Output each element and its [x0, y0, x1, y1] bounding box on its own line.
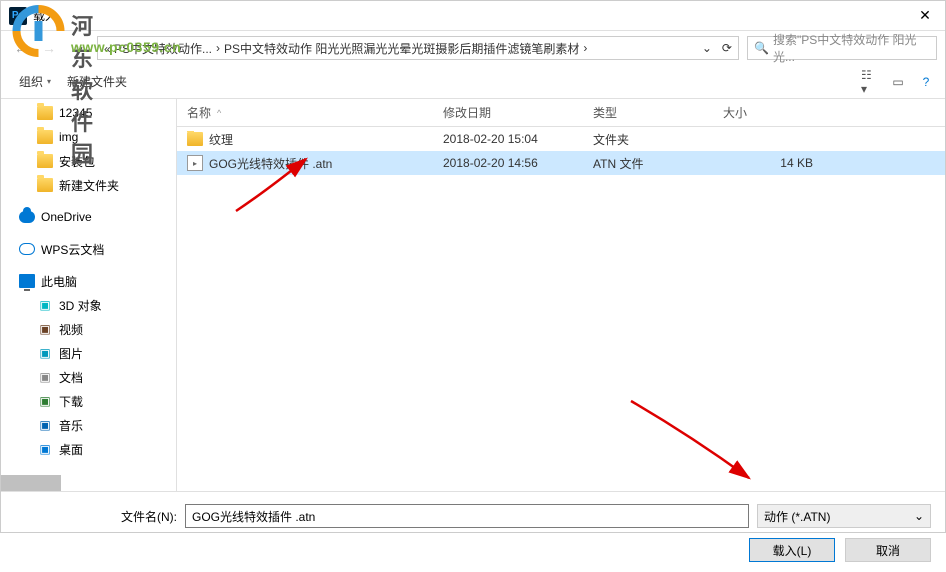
column-size[interactable]: 大小 — [713, 99, 833, 126]
sidebar-pc-item[interactable]: ▣视频 — [1, 317, 176, 341]
folder-icon — [37, 178, 53, 192]
device-icon: ▣ — [37, 298, 53, 312]
sidebar-thispc[interactable]: 此电脑 — [1, 269, 176, 293]
window-title: 载入 — [33, 7, 905, 24]
folder-icon — [37, 130, 53, 144]
forward-button[interactable]: → — [37, 36, 61, 60]
ps-icon: Ps — [9, 7, 27, 25]
chevron-right-icon: › — [583, 41, 587, 55]
organize-button[interactable]: 组织 — [11, 69, 59, 94]
filetype-select[interactable]: 动作 (*.ATN)⌄ — [757, 504, 931, 528]
footer: 文件名(N): 动作 (*.ATN)⌄ 载入(L) 取消 — [1, 491, 945, 572]
help-button[interactable]: ? — [917, 73, 935, 91]
sidebar-wps[interactable]: WPS云文档 — [1, 237, 176, 261]
toolbar: 组织 新建文件夹 ☷ ▾ ▭ ? — [1, 65, 945, 99]
search-input[interactable]: 🔍 搜索"PS中文特效动作 阳光光... — [747, 36, 937, 60]
navbar: ← → ↑ « PS中文特效动作... › PS中文特效动作 阳光光照漏光光晕光… — [1, 31, 945, 65]
sidebar-pc-item[interactable]: ▣文档 — [1, 365, 176, 389]
breadcrumb[interactable]: « PS中文特效动作... › PS中文特效动作 阳光光照漏光光晕光斑摄影后期插… — [97, 36, 739, 60]
filename-label: 文件名(N): — [15, 508, 177, 525]
titlebar: Ps 载入 ✕ — [1, 1, 945, 31]
sidebar-folder[interactable]: 新建文件夹 — [1, 173, 176, 197]
column-type[interactable]: 类型 — [583, 99, 713, 126]
device-icon: ▣ — [37, 370, 53, 384]
wps-icon — [19, 243, 35, 255]
device-icon: ▣ — [37, 322, 53, 336]
device-icon: ▣ — [37, 346, 53, 360]
pc-icon — [19, 274, 35, 288]
sidebar-pc-item[interactable]: ▣下载 — [1, 389, 176, 413]
up-button[interactable]: ↑ — [65, 36, 89, 60]
sidebar-pc-item[interactable]: ▣音乐 — [1, 413, 176, 437]
folder-icon — [187, 132, 203, 146]
filename-input[interactable] — [185, 504, 749, 528]
breadcrumb-dropdown[interactable]: ⌄ ⟳ — [702, 41, 732, 55]
device-icon: ▣ — [37, 418, 53, 432]
load-button[interactable]: 载入(L) — [749, 538, 835, 562]
sidebar-folder[interactable]: 12345 — [1, 101, 176, 125]
folder-icon — [37, 106, 53, 120]
breadcrumb-seg1[interactable]: « PS中文特效动作... — [104, 40, 212, 57]
device-icon: ▣ — [37, 442, 53, 456]
chevron-right-icon: › — [216, 41, 220, 55]
onedrive-icon — [19, 211, 35, 223]
sidebar-onedrive[interactable]: OneDrive — [1, 205, 176, 229]
atn-file-icon: ▸ — [187, 155, 203, 171]
new-folder-button[interactable]: 新建文件夹 — [59, 69, 135, 94]
file-row[interactable]: ▸GOG光线特效插件 .atn 2018-02-20 14:56 ATN 文件 … — [177, 151, 945, 175]
sidebar-folder[interactable]: img — [1, 125, 176, 149]
chevron-down-icon: ⌄ — [914, 509, 924, 523]
close-button[interactable]: ✕ — [905, 1, 945, 31]
folder-icon — [37, 154, 53, 168]
sidebar-pc-item[interactable]: ▣图片 — [1, 341, 176, 365]
column-headers: 名称 修改日期 类型 大小 — [177, 99, 945, 127]
view-options-button[interactable]: ☷ ▾ — [861, 73, 879, 91]
cancel-button[interactable]: 取消 — [845, 538, 931, 562]
back-button[interactable]: ← — [9, 36, 33, 60]
search-placeholder: 搜索"PS中文特效动作 阳光光... — [773, 31, 930, 65]
preview-pane-button[interactable]: ▭ — [889, 73, 907, 91]
sidebar-pc-item[interactable]: ▣3D 对象 — [1, 293, 176, 317]
sidebar-pc-item[interactable]: ▣桌面 — [1, 437, 176, 461]
device-icon: ▣ — [37, 394, 53, 408]
file-row[interactable]: 纹理 2018-02-20 15:04 文件夹 — [177, 127, 945, 151]
column-name[interactable]: 名称 — [177, 99, 433, 126]
search-icon: 🔍 — [754, 41, 769, 55]
breadcrumb-seg2[interactable]: PS中文特效动作 阳光光照漏光光晕光斑摄影后期插件滤镜笔刷素材 — [224, 40, 579, 57]
sidebar: 12345img安装包新建文件夹OneDriveWPS云文档此电脑▣3D 对象▣… — [1, 99, 177, 491]
scrollbar[interactable] — [1, 475, 61, 491]
column-date[interactable]: 修改日期 — [433, 99, 583, 126]
sidebar-folder[interactable]: 安装包 — [1, 149, 176, 173]
file-list: 名称 修改日期 类型 大小 纹理 2018-02-20 15:04 文件夹 ▸G… — [177, 99, 945, 491]
